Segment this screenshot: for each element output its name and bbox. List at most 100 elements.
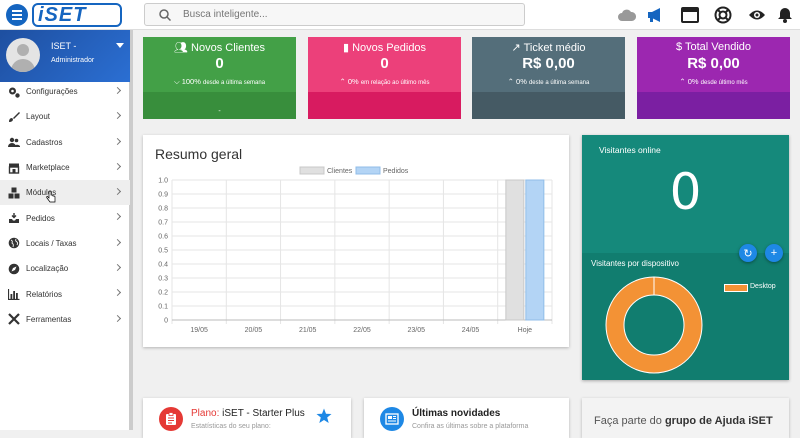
- stat-card-total-vendido[interactable]: $ Total Vendido R$ 0,00 ⌃ 0% desde últim…: [637, 37, 790, 119]
- card-change-note: desde último mês: [700, 80, 748, 86]
- card-change: 0%: [687, 77, 699, 86]
- card-title: Total Vendido: [684, 41, 752, 53]
- x-tick-label: 22/05: [353, 327, 371, 334]
- news-sub: Confira as últimas sobre a plataforma: [412, 423, 529, 430]
- plan-sub: Estatísticas do seu plano:: [191, 423, 271, 430]
- bar-chart-icon: [8, 288, 20, 301]
- x-tick-label: 23/05: [408, 327, 426, 334]
- cloud-icon[interactable]: [617, 5, 637, 25]
- sidebar-nav: Configurações Layout Cadastros Marketpla…: [0, 79, 130, 332]
- legend-label-pedidos: Pedidos: [383, 168, 409, 175]
- sidebar-item-locais-taxas[interactable]: Locais / Taxas: [0, 231, 130, 256]
- card-change-note: deste a última semana: [528, 80, 590, 86]
- card-footer: [308, 92, 461, 119]
- sidebar-item-relatorios[interactable]: Relatórios: [0, 281, 130, 306]
- card-title: Novos Pedidos: [352, 42, 427, 54]
- y-tick-label: 0.8: [158, 206, 168, 213]
- hand-cursor-icon: [46, 191, 56, 203]
- brush-icon: [8, 111, 20, 123]
- stat-card-novos-pedidos[interactable]: ▮ Novos Pedidos 0 ⌃ 0% em relação ao últ…: [308, 37, 461, 119]
- legend-label-desktop[interactable]: Desktop: [750, 283, 776, 290]
- card-value: R$ 0,00: [522, 55, 575, 72]
- bell-icon[interactable]: [775, 5, 795, 25]
- chevron-right-icon: [113, 112, 122, 120]
- card-change-note: em relação ao último mês: [360, 80, 430, 86]
- dollar-icon: $: [675, 41, 683, 53]
- user-box[interactable]: ISET - Administrador: [0, 30, 130, 82]
- y-tick-label: 1.0: [158, 178, 168, 185]
- group-link[interactable]: grupo de Ajuda iSET: [665, 415, 773, 427]
- avatar: [6, 38, 40, 72]
- x-tick-label: 20/05: [245, 327, 263, 334]
- megaphone-icon[interactable]: [645, 5, 665, 25]
- sidebar-item-label: Pedidos: [26, 213, 55, 223]
- users-icon: 👥︎: [173, 42, 188, 54]
- card-title: Ticket médio: [523, 42, 586, 54]
- stat-card-ticket-medio[interactable]: ↗ Ticket médio R$ 0,00 ⌃ 0% deste a últi…: [472, 37, 625, 119]
- search-input[interactable]: [183, 9, 483, 20]
- file-icon: ▮: [342, 42, 349, 54]
- x-tick-label: 21/05: [299, 327, 317, 334]
- y-tick-label: 0.4: [158, 262, 168, 269]
- card-value: R$ 0,00: [687, 55, 740, 72]
- stat-card-novos-clientes[interactable]: 👥︎ Novos Clientes 0 ⌵ 100% desde a últim…: [143, 37, 296, 119]
- sidebar-item-label: Ferramentas: [26, 314, 72, 324]
- bar-clientes: [505, 179, 525, 321]
- legend-swatch-clientes: [299, 166, 325, 175]
- legend-swatch-pedidos: [355, 166, 381, 175]
- chevron-right-icon: [113, 289, 122, 297]
- sidebar-item-label: Marketplace: [26, 163, 70, 173]
- card-change: 0%: [347, 77, 359, 86]
- chevron-right-icon: [113, 238, 122, 246]
- chevron-up-icon: ⌃: [679, 77, 686, 86]
- sidebar-item-layout[interactable]: Layout: [0, 104, 130, 129]
- search-box[interactable]: [144, 3, 525, 26]
- sidebar-item-label: Localização: [26, 264, 69, 274]
- card-change-note: desde a última semana: [203, 80, 266, 86]
- window-icon[interactable]: [680, 5, 700, 25]
- hamburger-menu-button[interactable]: [6, 4, 28, 26]
- visitors-panel: Visitantes online 0 ↻ + Visitantes por d…: [582, 135, 789, 380]
- chevron-right-icon: [113, 213, 122, 221]
- y-tick-label: 0: [164, 318, 168, 325]
- caret-down-icon[interactable]: [116, 43, 124, 48]
- y-tick-label: 0.6: [158, 234, 168, 241]
- newspaper-icon: [380, 407, 404, 431]
- sidebar-item-ferramentas[interactable]: Ferramentas: [0, 307, 130, 332]
- card-footer: [472, 92, 625, 119]
- card-footer: -: [143, 92, 296, 119]
- sidebar-item-pedidos[interactable]: Pedidos: [0, 205, 130, 230]
- donut-slice-desktop[interactable]: [606, 277, 702, 373]
- sidebar-item-label: Locais / Taxas: [26, 238, 77, 248]
- star-icon[interactable]: [316, 408, 332, 424]
- sidebar-item-localizacao[interactable]: Localização: [0, 256, 130, 281]
- card-change: 0%: [516, 77, 527, 86]
- sidebar-item-configuracoes[interactable]: Configurações: [0, 79, 130, 104]
- chevron-right-icon: [113, 137, 122, 145]
- donut-edge: [623, 294, 685, 356]
- eye-icon[interactable]: [747, 5, 767, 25]
- menu-icon: [12, 14, 22, 16]
- sidebar-item-cadastros[interactable]: Cadastros: [0, 130, 130, 155]
- news-card: Últimas novidades Confira as últimas sob…: [364, 398, 569, 438]
- sidebar: ISET - Administrador Configurações Layou…: [0, 30, 133, 430]
- device-donut-chart: [605, 276, 703, 374]
- y-tick-label: 0.7: [158, 220, 168, 227]
- sidebar-item-modulos[interactable]: Módulos: [0, 180, 130, 206]
- bar-pedidos: [525, 179, 545, 321]
- legend-label-clientes: Clientes: [327, 168, 353, 175]
- plan-label: Plano:: [191, 408, 220, 419]
- y-tick-label: 0.2: [158, 290, 168, 297]
- lifebuoy-icon[interactable]: [713, 5, 733, 25]
- legend-swatch-desktop[interactable]: [724, 284, 748, 292]
- card-title: Novos Clientes: [191, 42, 265, 54]
- group-card[interactable]: Faça parte do grupo de Ajuda iSET: [582, 398, 789, 438]
- x-tick-label: 24/05: [462, 327, 480, 334]
- chevron-right-icon: [113, 264, 122, 272]
- sidebar-item-label: Cadastros: [26, 137, 63, 147]
- iset-logo[interactable]: iSET: [32, 3, 122, 27]
- tools-icon: [8, 313, 20, 326]
- sidebar-item-marketplace[interactable]: Marketplace: [0, 155, 130, 180]
- plan-name: iSET - Starter Plus: [222, 408, 305, 419]
- cubes-icon: [8, 187, 20, 199]
